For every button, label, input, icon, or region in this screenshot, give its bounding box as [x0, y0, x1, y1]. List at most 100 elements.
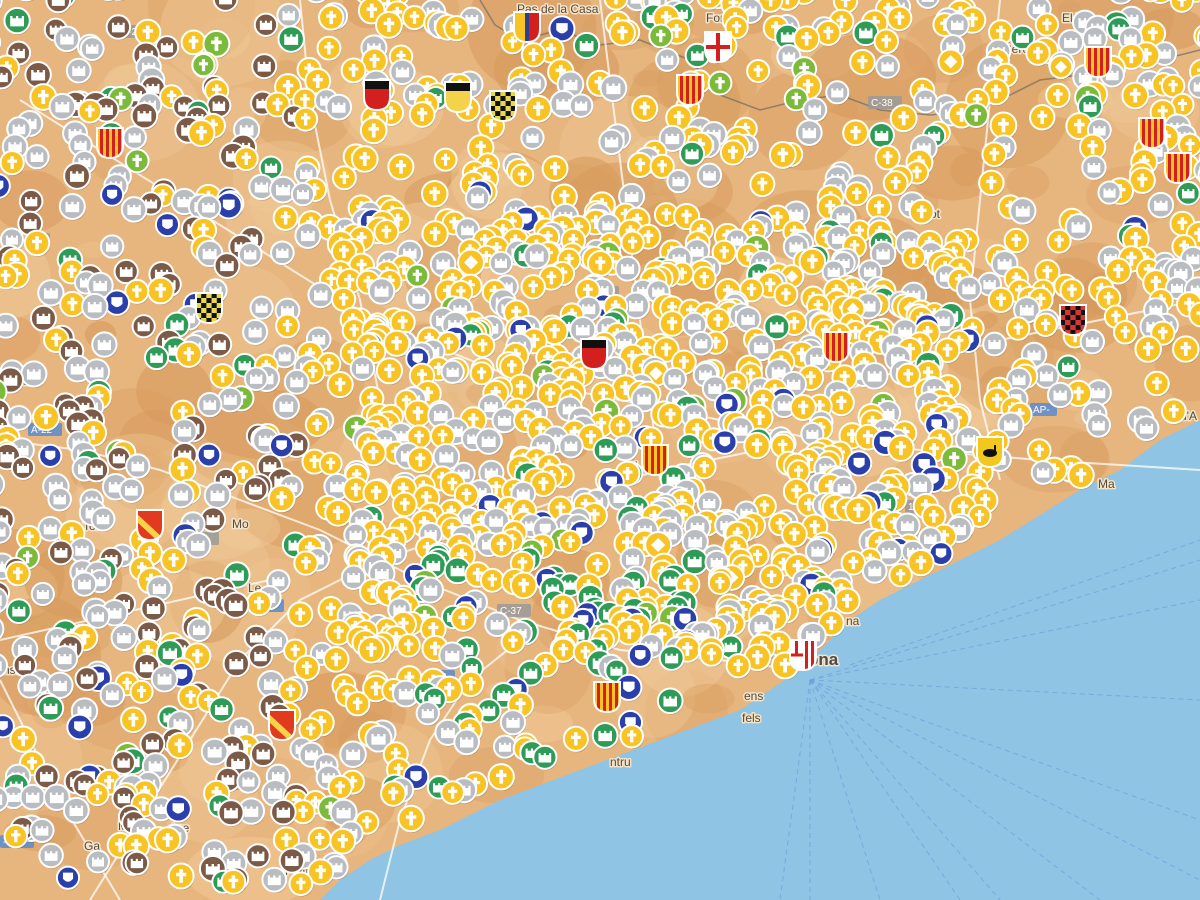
poi-marker-yellow-church[interactable] [833, 587, 861, 615]
poi-marker-grey-castle[interactable] [825, 80, 850, 105]
poi-marker-brown-castle[interactable] [206, 331, 233, 358]
poi-marker-brown-castle[interactable] [222, 649, 250, 678]
poi-marker-grey-castle[interactable] [19, 783, 46, 811]
poi-marker-grey-castle[interactable] [100, 234, 125, 260]
poi-marker-yellow-church[interactable] [520, 42, 547, 69]
poi-marker-grey-castle[interactable] [339, 740, 367, 769]
poi-marker-yellow-church[interactable] [510, 163, 535, 188]
poi-marker-lightgreen-church[interactable] [707, 70, 733, 96]
poi-marker-yellow-church[interactable] [421, 220, 449, 249]
poi-marker-yellow-church[interactable] [374, 10, 403, 40]
poi-marker-grey-castle[interactable] [488, 250, 514, 276]
poi-marker-yellow-church[interactable] [844, 496, 873, 525]
poi-marker-grey-castle[interactable] [249, 295, 274, 321]
arms-red-black[interactable] [363, 79, 391, 112]
poi-marker-grey-castle[interactable] [29, 817, 55, 844]
poi-marker-grey-castle[interactable] [440, 359, 465, 385]
poi-marker-yellow-church[interactable] [627, 151, 654, 179]
poi-marker-grey-castle[interactable] [655, 47, 680, 73]
poi-marker-yellow-church[interactable] [267, 484, 296, 513]
poi-marker-brown-castle[interactable] [248, 643, 274, 670]
poi-marker-brown-castle[interactable] [270, 798, 297, 826]
poi-marker-yellow-church[interactable] [705, 307, 732, 334]
poi-marker-yellow-church[interactable] [433, 147, 458, 173]
poi-marker-yellow-church[interactable] [331, 165, 357, 191]
poi-marker-yellow-church[interactable] [520, 274, 546, 300]
poi-marker-yellow-church[interactable] [692, 265, 717, 291]
poi-marker-yellow-church[interactable] [318, 4, 345, 32]
poi-marker-yellow-church[interactable] [220, 868, 247, 896]
poi-marker-green-castle[interactable] [1175, 180, 1200, 207]
poi-marker-grey-castle[interactable] [349, 355, 376, 382]
poi-marker-yellow-church[interactable] [500, 629, 526, 655]
poi-marker-yellow-church[interactable] [287, 601, 314, 628]
poi-marker-blue-shield[interactable] [164, 795, 192, 824]
poi-marker-grey-castle[interactable] [568, 93, 594, 119]
poi-marker-grey-castle[interactable] [51, 645, 79, 673]
poi-marker-green-castle[interactable] [679, 140, 706, 168]
poi-marker-yellow-church[interactable] [586, 250, 614, 278]
poi-marker-yellow-church[interactable] [759, 564, 785, 590]
poi-marker-green-castle[interactable] [277, 25, 305, 54]
poi-marker-brown-castle[interactable] [10, 455, 36, 481]
poi-marker-grey-castle[interactable] [261, 866, 288, 894]
arms-barcelona[interactable] [789, 639, 817, 672]
poi-marker-yellow-church[interactable] [1025, 40, 1051, 67]
poi-marker-yellow-church[interactable] [887, 434, 915, 463]
poi-marker-grey-castle[interactable] [415, 701, 441, 726]
poi-marker-yellow-church[interactable] [0, 149, 25, 176]
poi-marker-grey-castle[interactable] [558, 433, 584, 459]
poi-marker-yellow-church[interactable] [842, 119, 870, 147]
poi-marker-brown-castle[interactable] [217, 799, 245, 827]
arms-andorra[interactable] [513, 11, 541, 44]
poi-marker-yellow-church[interactable] [275, 313, 300, 339]
poi-marker-yellow-diamond[interactable] [1048, 54, 1074, 80]
poi-marker-grey-castle[interactable] [48, 92, 77, 121]
poi-marker-grey-castle[interactable] [294, 221, 322, 250]
poi-marker-grey-castle[interactable] [1097, 180, 1122, 206]
poi-marker-blue-shield[interactable] [627, 642, 653, 669]
poi-marker-grey-castle[interactable] [290, 182, 316, 207]
poi-marker-yellow-church[interactable] [357, 636, 386, 664]
poi-marker-yellow-church[interactable] [658, 310, 686, 338]
poi-marker-grey-castle[interactable] [416, 576, 444, 605]
poi-marker-grey-castle[interactable] [982, 331, 1007, 357]
poi-marker-brown-castle[interactable] [222, 591, 250, 620]
arms-checkered-red[interactable] [1059, 304, 1087, 337]
poi-marker-grey-castle[interactable] [276, 2, 301, 29]
poi-marker-yellow-church[interactable] [1045, 82, 1071, 109]
poi-marker-grey-castle[interactable] [237, 242, 263, 268]
poi-marker-yellow-church[interactable] [146, 276, 175, 305]
poi-marker-grey-castle[interactable] [1030, 460, 1056, 486]
poi-marker-yellow-church[interactable] [901, 245, 927, 271]
poi-marker-brown-castle[interactable] [124, 850, 150, 876]
poi-marker-yellow-church[interactable] [326, 370, 354, 399]
poi-marker-grey-castle[interactable] [90, 506, 116, 533]
poi-marker-grey-castle[interactable] [30, 581, 55, 607]
poi-marker-yellow-church[interactable] [1034, 12, 1060, 38]
poi-marker-grey-castle[interactable] [696, 162, 723, 189]
poi-marker-grey-castle[interactable] [499, 709, 527, 736]
poi-marker-green-castle[interactable] [3, 6, 31, 35]
poi-marker-yellow-church[interactable] [849, 48, 876, 76]
poi-marker-brown-castle[interactable] [251, 53, 278, 80]
poi-marker-yellow-church[interactable] [3, 823, 29, 849]
poi-marker-blue-shield[interactable] [66, 713, 94, 741]
poi-marker-green-castle[interactable] [37, 694, 65, 723]
poi-marker-brown-castle[interactable] [213, 252, 241, 280]
poi-marker-green-castle[interactable] [592, 436, 619, 464]
poi-marker-yellow-church[interactable] [154, 826, 182, 855]
poi-marker-blue-shield[interactable] [154, 212, 181, 238]
poi-marker-yellow-church[interactable] [160, 546, 188, 574]
poi-marker-brown-castle[interactable] [74, 666, 100, 692]
poi-marker-yellow-church[interactable] [175, 340, 203, 369]
arms-catalonia-5[interactable] [822, 331, 850, 364]
poi-marker-yellow-church[interactable] [1112, 319, 1138, 346]
poi-marker-grey-castle[interactable] [913, 88, 938, 114]
poi-marker-brown-castle[interactable] [105, 14, 132, 41]
poi-marker-grey-castle[interactable] [171, 418, 198, 445]
poi-marker-grey-castle[interactable] [38, 842, 64, 869]
poi-marker-brown-castle[interactable] [131, 314, 156, 339]
poi-marker-yellow-church[interactable] [166, 731, 194, 760]
arms-yellow-stripes[interactable] [1164, 152, 1192, 185]
